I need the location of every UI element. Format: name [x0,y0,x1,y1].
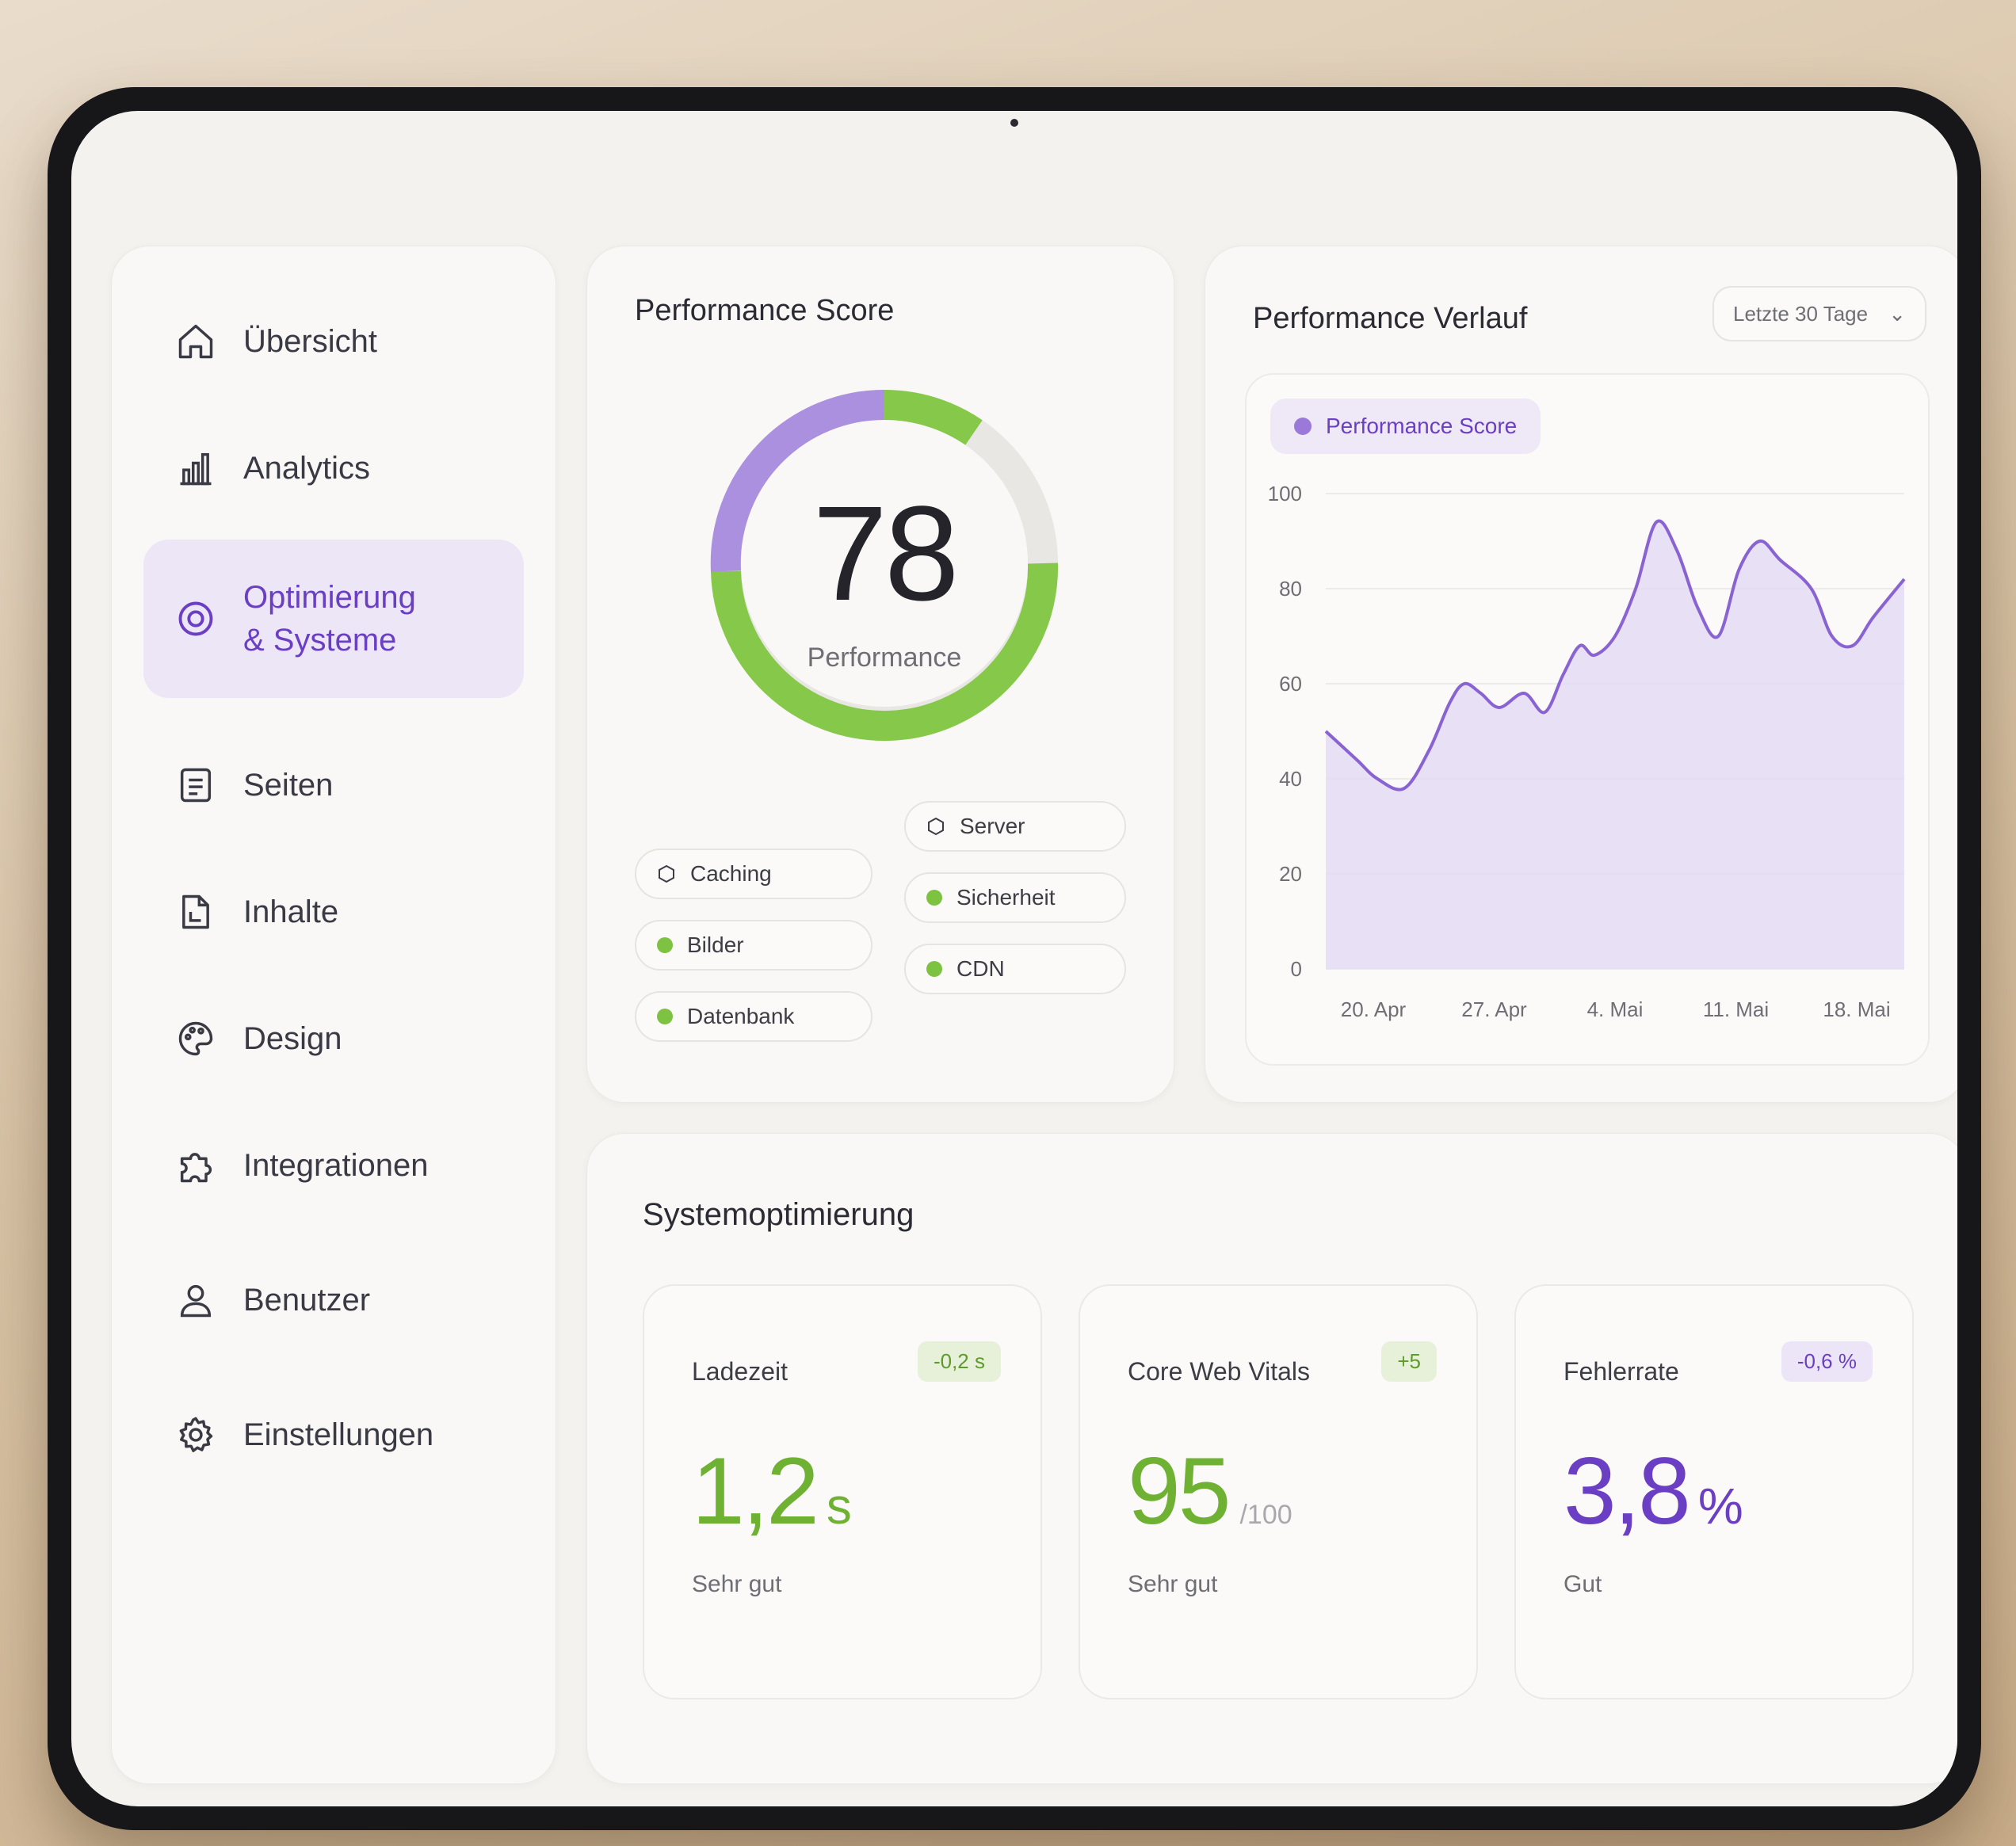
sidebar-item-integrationen[interactable]: Integrationen [143,1118,524,1213]
hexagon-icon [928,817,944,836]
status-ok-icon [657,1009,673,1024]
y-tick-label: 40 [1279,767,1302,791]
metric-status: Sehr gut [1128,1571,1218,1597]
gear-icon [175,1414,216,1455]
performance-score-card: Performance Score 78 Performance Caching… [586,246,1174,1103]
bar-chart-icon [175,448,216,489]
status-ok-icon [926,961,942,977]
status-chip-datenbank[interactable]: Datenbank [635,991,872,1042]
palette-icon [175,1018,216,1059]
metric-unit: % [1697,1478,1743,1535]
app-screen: Übersicht Analytics Optimierung & System… [71,111,1957,1806]
status-chip-caching[interactable]: Caching [635,849,872,899]
metric-number: 3,8 [1564,1438,1691,1544]
sidebar-item-label: Inhalte [243,894,339,929]
chart-legend[interactable]: Performance Score [1270,399,1541,454]
chip-label: Bilder [687,933,744,957]
metric-card-core-web-vitals[interactable]: Core Web Vitals +5 95/100 Sehr gut [1079,1284,1478,1699]
metric-value: 3,8% [1564,1436,1743,1546]
metric-number: 1,2 [692,1438,819,1544]
metric-card-ladezeit[interactable]: Ladezeit -0,2 s 1,2 s Sehr gut [643,1284,1042,1699]
score-label: Performance [807,643,962,673]
legend-label: Performance Score [1326,414,1518,438]
y-tick-label: 100 [1268,482,1302,505]
x-tick-label: 4. Mai [1587,997,1644,1021]
x-tick-label: 18. Mai [1823,997,1890,1021]
sidebar-item-benutzer[interactable]: Benutzer [143,1253,524,1348]
score-gauge: 78 Performance [702,381,1067,746]
sidebar-item-label: Benutzer [243,1283,371,1318]
metric-status: Sehr gut [692,1571,782,1597]
sidebar-item-label: Design [243,1021,342,1056]
metric-value: 95/100 [1128,1436,1292,1546]
metric-value: 1,2 s [692,1436,852,1546]
metric-unit: s [826,1478,852,1535]
y-tick-label: 0 [1291,957,1302,981]
y-tick-label: 60 [1279,672,1302,696]
chip-label: CDN [956,956,1005,981]
metric-number: 95 [1128,1438,1231,1544]
home-icon [175,321,216,362]
sidebar-item-label: Optimierung & Systeme [243,580,416,658]
x-tick-label: 11. Mai [1703,997,1769,1021]
status-chip-server[interactable]: Server [904,801,1126,852]
hexagon-icon [659,864,674,883]
status-ok-icon [926,890,942,906]
front-camera [1010,119,1018,127]
metric-card-fehlerrate[interactable]: Fehlerrate -0,6 % 3,8% Gut [1514,1284,1914,1699]
document-icon [175,765,216,806]
status-chip-sicherheit[interactable]: Sicherheit [904,872,1126,923]
sidebar-item-design[interactable]: Design [143,991,524,1086]
score-value: 78 [812,479,959,629]
sidebar-item-label: Seiten [243,768,334,803]
metric-status: Gut [1564,1571,1602,1597]
sidebar: Übersicht Analytics Optimierung & System… [111,246,556,1784]
date-range-value: Letzte 30 Tage [1733,301,1869,326]
section-title: Systemoptimierung [643,1197,914,1232]
date-range-select[interactable]: Letzte 30 Tage ⌄ [1712,286,1926,341]
status-chip-cdn[interactable]: CDN [904,944,1126,994]
target-icon [175,598,216,639]
user-icon [175,1280,216,1321]
system-optimization-card: Systemoptimierung Ladezeit -0,2 s 1,2 s S… [586,1133,1957,1784]
tablet-device: Übersicht Analytics Optimierung & System… [48,87,1981,1830]
sidebar-item-label: Analytics [243,451,371,486]
sidebar-item-uebersicht[interactable]: Übersicht [143,294,524,389]
sidebar-item-label: Einstellungen [243,1417,434,1452]
metric-change-badge: +5 [1381,1341,1437,1382]
metric-label: Ladezeit [692,1357,788,1386]
y-tick-label: 80 [1279,577,1302,601]
file-icon [175,891,216,933]
legend-dot [1294,418,1312,435]
chart-frame: Performance Score 0 20 40 60 80 100 20. Apr 27.… [1245,373,1930,1066]
status-chip-bilder[interactable]: Bilder [635,920,872,971]
status-ok-icon [657,937,673,953]
sidebar-item-seiten[interactable]: Seiten [143,738,524,833]
sidebar-item-analytics[interactable]: Analytics [143,421,524,516]
chip-label: Sicherheit [956,885,1056,910]
chip-label: Caching [690,861,772,886]
puzzle-icon [175,1145,216,1186]
metric-change-badge: -0,2 s [917,1341,1001,1382]
sidebar-item-einstellungen[interactable]: Einstellungen [143,1387,524,1482]
metric-label: Fehlerrate [1564,1357,1679,1386]
sidebar-item-label: Übersicht [243,324,377,359]
chip-label: Server [960,814,1025,838]
card-title: Performance Score [635,294,895,327]
sidebar-item-label: Integrationen [243,1148,429,1183]
x-tick-label: 20. Apr [1341,997,1407,1021]
x-tick-label: 27. Apr [1461,997,1527,1021]
performance-trend-card: Performance Verlauf Letzte 30 Tage ⌄ Per… [1205,246,1957,1103]
chevron-down-icon: ⌄ [1888,301,1906,326]
sidebar-item-optimierung[interactable]: Optimierung & Systeme [143,540,524,698]
card-title: Performance Verlauf [1253,302,1528,335]
chip-label: Datenbank [687,1004,795,1028]
metric-label: Core Web Vitals [1128,1357,1311,1386]
y-tick-label: 20 [1279,862,1302,886]
sidebar-item-inhalte[interactable]: Inhalte [143,864,524,959]
performance-line-chart: 0 20 40 60 80 100 20. Apr 27. Apr 4. Mai 11. Mai 1… [1268,482,1906,1021]
metric-unit: /100 [1239,1500,1292,1530]
metric-change-badge: -0,6 % [1781,1341,1873,1382]
